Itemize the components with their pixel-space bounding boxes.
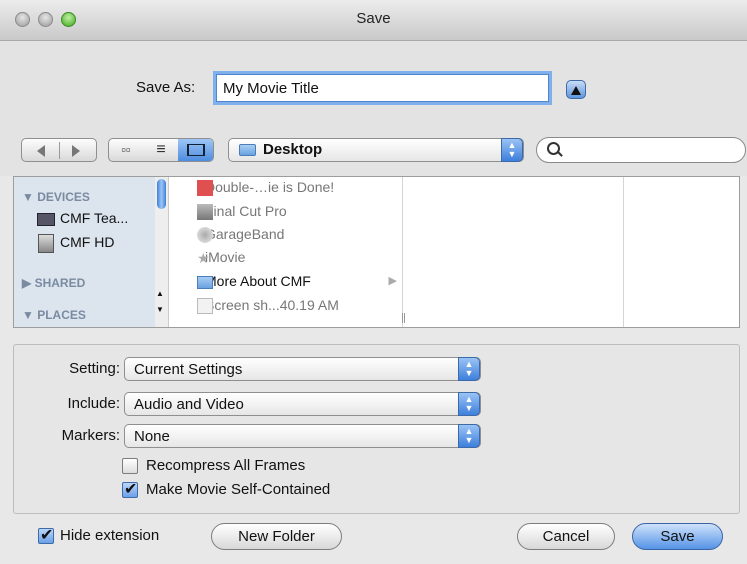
hard-disk-icon [38,234,54,253]
hide-extension-checkbox[interactable]: ✔ [38,527,54,544]
popup-arrows-icon: ▲ ▼ [458,392,480,416]
empty-column [403,177,624,327]
application-icon [197,204,213,220]
title-bar: Save [0,0,747,41]
setting-popup[interactable]: Current Settings ▲ ▼ [124,357,481,381]
sidebar-header-places[interactable]: ▼ PLACES [22,308,86,322]
hide-extension-label: Hide extension [60,527,160,544]
folder-icon [239,144,256,156]
star-icon: ★ [197,250,210,266]
magnifier-handle [557,151,563,157]
recompress-checkbox[interactable] [122,458,138,474]
setting-value: Current Settings [134,361,243,378]
view-mode-control: ▫▫ ≡ [108,138,214,162]
file-item[interactable]: GarageBand [197,226,284,243]
file-item[interactable]: Screen sh...40.19 AM [197,297,339,314]
folder-item[interactable]: More About CMF ▶ [197,273,397,289]
markers-label: Markers: [61,427,120,444]
new-folder-button[interactable]: New Folder [211,523,342,550]
scroll-thumb[interactable] [157,179,166,209]
drive-icon [37,213,55,226]
segment-divider [59,142,60,159]
checkmark-icon: ✔ [40,527,54,544]
back-arrow-icon[interactable] [37,145,45,157]
self-contained-label: Make Movie Self-Contained [146,481,331,498]
file-browser: ▼ DEVICES CMF Tea... CMF HD ▶ SHARED ▼ P… [13,176,740,328]
forward-arrow-icon[interactable] [72,145,80,157]
save-button[interactable]: Save [632,523,723,550]
file-column: ▲ ▼ Double-…ie is Done! Final Cut Pro Ga… [155,177,405,327]
setting-label: Setting: [69,360,120,377]
sidebar-item-cmf-team[interactable]: CMF Tea... [37,210,128,226]
sidebar-header-devices[interactable]: ▼ DEVICES [22,190,90,204]
include-popup[interactable]: Audio and Video ▲ ▼ [124,392,481,416]
save-as-field[interactable]: My Movie Title [216,74,549,102]
window-title: Save [356,10,391,27]
sidebar-item-cmf-hd[interactable]: CMF HD [38,234,114,253]
self-contained-checkbox[interactable]: ✔ [122,481,138,498]
markers-popup[interactable]: None ▲ ▼ [124,424,481,448]
search-field[interactable] [536,137,746,163]
scroll-down-arrow-icon[interactable]: ▼ [156,305,164,314]
back-forward-control [21,138,97,162]
file-item[interactable]: Final Cut Pro [197,203,287,220]
image-icon [197,298,213,314]
document-icon [197,180,213,196]
popup-arrows-icon: ▲ ▼ [458,424,480,448]
include-value: Audio and Video [134,396,244,413]
triangle-up-icon [571,86,581,95]
popup-arrows-icon: ▲ ▼ [501,138,523,162]
collapse-browser-button[interactable] [566,80,586,99]
scroll-up-arrow-icon[interactable]: ▲ [156,289,164,298]
file-list: Double-…ie is Done! Final Cut Pro Garage… [181,177,401,327]
vertical-scrollbar[interactable]: ▲ ▼ [155,177,169,327]
guitar-icon [197,227,213,243]
location-label: Desktop [263,141,323,158]
include-label: Include: [67,395,120,412]
save-as-value: My Movie Title [223,80,319,97]
sidebar-header-shared[interactable]: ▶ SHARED [22,276,85,290]
sidebar: ▼ DEVICES CMF Tea... CMF HD ▶ SHARED ▼ P… [14,177,155,327]
disclosure-arrow-icon: ▶ [388,275,397,287]
recompress-label: Recompress All Frames [146,457,306,474]
icon-view-icon[interactable]: ▫▫ [109,139,143,161]
list-view-icon[interactable]: ≡ [144,139,178,161]
save-dialog: Save Save As: My Movie Title ▫▫ ≡ Deskto… [0,0,747,564]
popup-arrows-icon: ▲ ▼ [458,357,480,381]
cancel-button[interactable]: Cancel [517,523,615,550]
checkmark-icon: ✔ [124,481,138,498]
file-item[interactable]: Double-…ie is Done! [197,179,334,196]
file-item[interactable]: ★ iMovie [197,249,245,266]
markers-value: None [134,428,170,445]
save-as-label: Save As: [136,79,196,96]
location-popup[interactable]: Desktop ▲ ▼ [228,138,524,162]
column-view-icon[interactable] [178,139,213,161]
folder-icon [197,276,213,289]
